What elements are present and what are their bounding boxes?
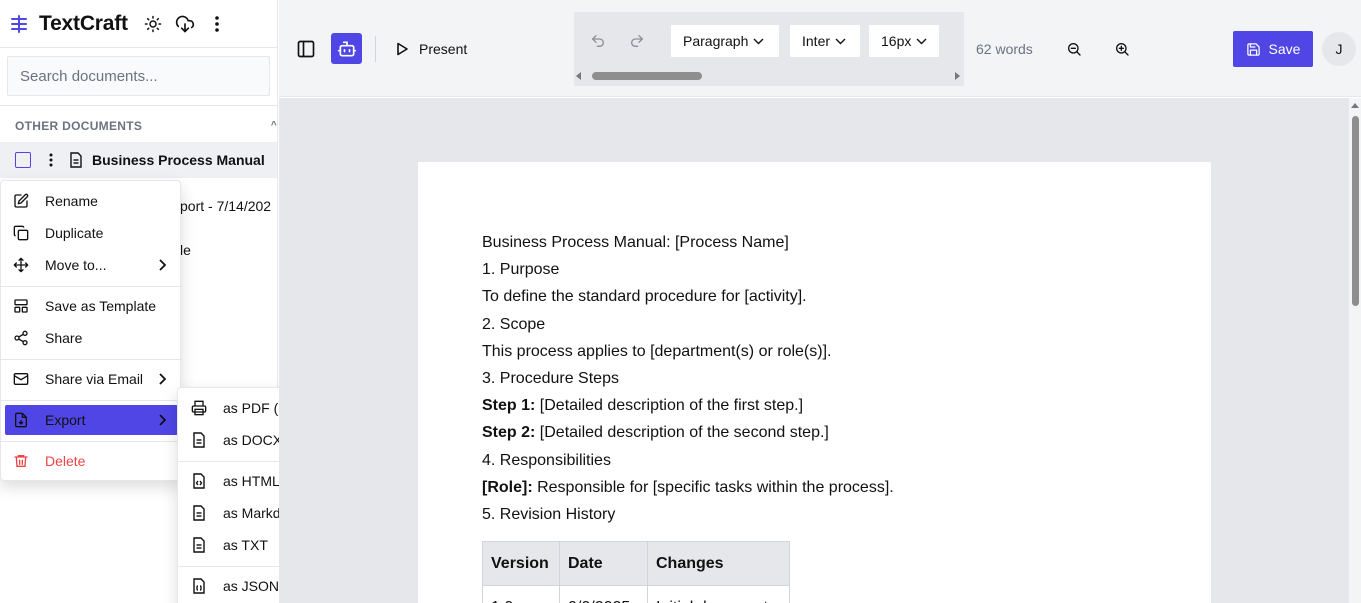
doc-paragraph: [Role]: Responsible for [specific tasks … (482, 478, 894, 496)
document-content[interactable]: Business Process Manual: [Process Name] … (482, 229, 1142, 528)
doc-more-icon[interactable] (45, 153, 57, 167)
page-scrollbar[interactable] (1349, 98, 1361, 603)
cloud-download-icon[interactable] (174, 13, 196, 35)
doc-title: Business Process Manual: [Process Name] (482, 234, 789, 251)
move-icon (13, 257, 29, 273)
document-icon (69, 152, 83, 168)
scrollbar-thumb[interactable] (1352, 116, 1359, 306)
table-row: 1.0 0/0/2025 Initial document (482, 585, 790, 603)
logo-icon (8, 13, 30, 35)
doc-heading: 3. Procedure Steps (482, 369, 619, 387)
doc-paragraph: This process applies to [department(s) o… (482, 342, 832, 360)
doc-step: Step 1: [Detailed description of the fir… (482, 397, 804, 415)
menu-item-export[interactable]: Export (5, 405, 178, 435)
chevron-right-icon (158, 258, 167, 274)
menu-divider (1, 359, 182, 360)
toolbar-divider (375, 36, 376, 62)
document-page[interactable]: Business Process Manual: [Process Name] … (418, 162, 1211, 603)
revision-table[interactable]: Version Date Changes 1.0 0/0/2025 Initia… (482, 541, 790, 603)
doc-heading: 2. Scope (482, 315, 546, 333)
ai-assistant-button[interactable] (331, 33, 362, 64)
edit-icon (13, 193, 29, 209)
doc-heading: 4. Responsibilities (482, 451, 611, 469)
chevron-down-icon (753, 38, 764, 45)
sun-icon[interactable] (142, 13, 164, 35)
document-name: Business Process Manual (92, 152, 265, 168)
font-size-select[interactable]: 16px (868, 24, 940, 58)
menu-divider (1, 441, 182, 442)
context-menu: Rename Duplicate Move to... Save as Temp… (0, 180, 182, 481)
copy-icon (13, 225, 29, 241)
table-cell: Initial document (647, 585, 790, 603)
list-item-partial[interactable]: port - 7/14/202 (180, 198, 271, 214)
scrollbar-thumb[interactable] (592, 72, 702, 80)
mail-icon (13, 371, 29, 387)
zoom-in-icon[interactable] (1112, 39, 1132, 59)
more-vertical-icon[interactable] (206, 13, 228, 35)
file-text-icon (191, 537, 207, 553)
file-code-icon (191, 473, 207, 489)
menu-divider (1, 286, 182, 287)
table-cell: 0/0/2025 (559, 585, 648, 603)
save-icon (1246, 42, 1260, 56)
format-toolbar: Paragraph Inter 16px (574, 12, 964, 86)
menu-item-share-via-email[interactable]: Share via Email (5, 364, 178, 394)
menu-item-move-to[interactable]: Move to... (5, 250, 178, 280)
play-icon (397, 42, 408, 56)
search-input[interactable] (7, 56, 270, 96)
search-wrap (0, 48, 277, 106)
template-icon (13, 298, 29, 314)
menu-item-share[interactable]: Share (5, 323, 178, 353)
doc-step: Step 2: [Detailed description of the sec… (482, 424, 829, 442)
toolbar-scrollbar[interactable] (576, 70, 960, 82)
file-export-icon (13, 412, 29, 428)
doc-heading: 1. Purpose (482, 261, 560, 279)
chevron-down-icon (916, 38, 927, 45)
editor-canvas: Business Process Manual: [Process Name] … (279, 98, 1349, 603)
sidebar-toggle-icon[interactable] (293, 36, 319, 62)
table-header: Changes (647, 541, 790, 586)
app-title: TextCraft (39, 11, 128, 35)
list-item-partial[interactable]: le (180, 242, 191, 258)
chevron-down-icon (835, 38, 846, 45)
file-text-icon (191, 432, 207, 448)
top-toolbar: Present Paragraph Inter 16px 62 words Sa… (279, 0, 1361, 97)
chevron-up-icon: ^ (270, 120, 277, 131)
undo-icon[interactable] (586, 29, 610, 53)
chevron-right-icon (158, 372, 167, 388)
redo-icon[interactable] (625, 29, 649, 53)
menu-item-delete[interactable]: Delete (5, 446, 178, 476)
table-cell: 1.0 (482, 585, 560, 603)
file-json-icon (191, 578, 207, 594)
doc-heading: 5. Revision History (482, 505, 616, 523)
chevron-right-icon (158, 413, 167, 429)
file-text-icon (191, 505, 207, 521)
share-icon (13, 330, 29, 346)
table-header: Date (559, 541, 648, 586)
trash-icon (13, 453, 29, 469)
paragraph-select[interactable]: Paragraph (670, 24, 780, 58)
menu-item-duplicate[interactable]: Duplicate (5, 218, 178, 248)
present-button[interactable]: Present (395, 36, 467, 62)
brand-bar: TextCraft (0, 0, 277, 48)
menu-item-rename[interactable]: Rename (5, 186, 178, 216)
zoom-out-icon[interactable] (1064, 39, 1084, 59)
menu-item-save-as-template[interactable]: Save as Template (5, 291, 178, 321)
section-title: OTHER DOCUMENTS (15, 119, 143, 133)
font-select[interactable]: Inter (789, 24, 861, 58)
printer-icon (191, 400, 207, 416)
section-header[interactable]: OTHER DOCUMENTS ^ (0, 106, 277, 142)
doc-paragraph: To define the standard procedure for [ac… (482, 288, 807, 306)
table-header-row: Version Date Changes (482, 541, 790, 586)
document-row-selected[interactable]: Business Process Manual (0, 142, 277, 178)
save-button[interactable]: Save (1233, 31, 1313, 67)
table-header: Version (482, 541, 560, 586)
word-count: 62 words (976, 41, 1033, 57)
menu-divider (1, 400, 182, 401)
doc-checkbox[interactable] (15, 152, 31, 168)
user-avatar[interactable]: J (1322, 32, 1356, 66)
